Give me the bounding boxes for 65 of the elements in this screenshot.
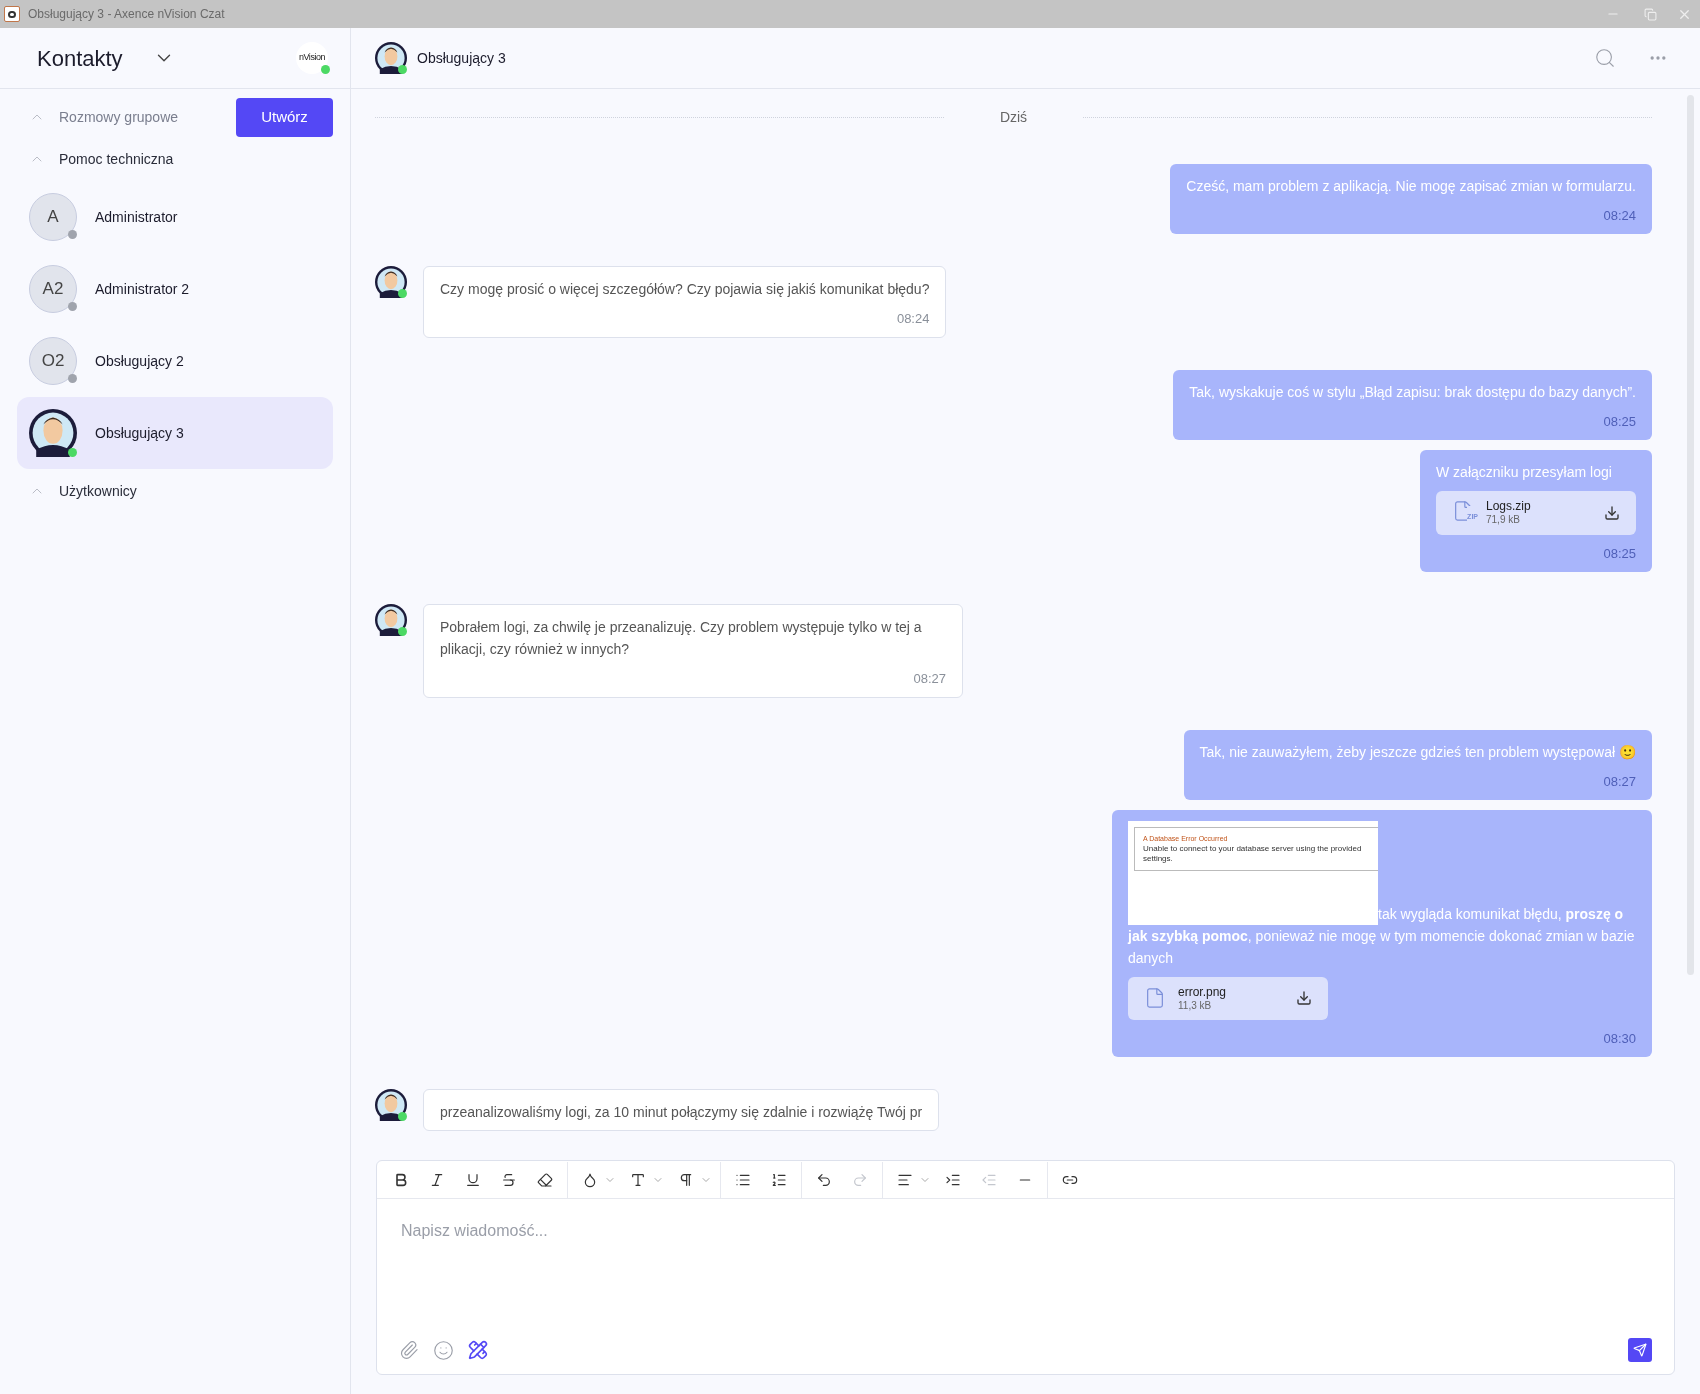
droplet-icon[interactable] (582, 1171, 598, 1188)
contact-name: Obsługujący 3 (95, 423, 184, 443)
avatar-initials: O2 (29, 337, 77, 385)
contact-name: Administrator 2 (95, 279, 190, 299)
message-time: 08:27 (1603, 772, 1636, 791)
avatar-figure-icon (375, 42, 407, 74)
send-button[interactable] (1628, 1338, 1652, 1362)
section-title[interactable]: Rozmowy grupowe (59, 106, 236, 128)
message-text: W załączniku przesyłam logi (1436, 463, 1613, 482)
create-button[interactable]: Utwórz (236, 97, 333, 137)
message-time: 08:24 (896, 310, 930, 328)
message-text: Tak, nie zauważyłem, żeby jeszcze gdzieś ten problem występował 🙂 (1199, 742, 1636, 762)
avatar-figure-icon (375, 603, 407, 636)
avatar-initials: A2 (29, 265, 77, 313)
contact-item[interactable]: O2 Obsługujący 2 (17, 325, 333, 397)
file-icon (1144, 987, 1166, 1010)
text-size-icon[interactable] (630, 1171, 646, 1188)
message-text: tak wygląda komunikat błędu, proszę o jak szybką pomoc, ponieważ nie mogę w tym momencie dokonać zmian w bazie danych (1128, 905, 1635, 966)
contact-name: Obsługujący 2 (95, 351, 184, 371)
file-attachment[interactable]: error.png 11,3 kB (1128, 976, 1328, 1020)
bold-icon[interactable] (393, 1171, 409, 1188)
section-title[interactable]: Użytkownicy (59, 480, 333, 502)
app-icon (4, 6, 20, 22)
paperclip-icon[interactable] (399, 1340, 419, 1360)
message-time: 08:25 (1603, 544, 1636, 563)
chat-contact-name: Obsługujący 3 (417, 48, 507, 68)
message-input[interactable]: Napisz wiadomość... (401, 1219, 1650, 1243)
contact-item[interactable]: A2 Administrator 2 (17, 253, 333, 325)
contact-item[interactable]: Obsługujący 3 (17, 397, 333, 469)
date-divider: Dziś (998, 108, 1029, 127)
logo-text: nVision (298, 51, 326, 65)
numbered-list-icon[interactable] (771, 1171, 787, 1188)
download-icon[interactable] (1604, 504, 1620, 521)
undo-icon[interactable] (816, 1171, 832, 1188)
pencil-ruler-icon[interactable] (468, 1340, 488, 1360)
message-text: Czy mogę prosić o więcej szczegółów? Czy pojawia się jakiś komunikat błędu? (440, 280, 930, 299)
pilcrow-icon[interactable] (678, 1171, 694, 1188)
send-icon (1633, 1343, 1647, 1357)
eraser-icon[interactable] (537, 1171, 553, 1188)
file-name: error.png (1178, 984, 1228, 1000)
message-text: Tak, wyskakuje coś w stylu „Błąd zapisu: brak dostępu do bazy danych”. (1189, 383, 1636, 402)
message-time: 08:27 (913, 669, 946, 688)
strikethrough-icon[interactable] (501, 1171, 517, 1188)
avatar-figure-icon (375, 1089, 407, 1121)
message-text: przeanalizowaliśmy logi, za 10 minut połączymy się zdalnie i rozwiążę Twój pr (440, 1103, 923, 1122)
avatar-figure-icon (375, 266, 407, 298)
contact-item[interactable]: A Administrator (17, 181, 333, 253)
message-text: Pobrałem logi, za chwilę je przeanalizuję. Czy problem występuje tylko w tej a plikacji, czy również w innych? (440, 617, 923, 659)
window-title: Obsługujący 3 - Axence nVision Czat (28, 6, 226, 23)
avatar-figure-icon (29, 409, 77, 457)
file-size: 11,3 kB (1178, 999, 1213, 1012)
contact-name: Administrator (95, 207, 178, 227)
avatar-initials: A (29, 193, 77, 241)
file-size: 71,9 kB (1486, 514, 1521, 527)
file-name: Logs.zip (1486, 499, 1532, 514)
sidebar-title: Kontakty (37, 44, 123, 73)
italic-icon[interactable] (429, 1171, 445, 1188)
section-title[interactable]: Pomoc techniczna (59, 148, 333, 170)
message-text: Cześć, mam problem z aplikacją. Nie mogę zapisać zmian w formularzu. (1186, 177, 1636, 196)
message-time: 08:25 (1603, 413, 1636, 431)
message-time: 08:24 (1603, 207, 1636, 225)
error-text: Unable to connect to your database server using the provided settings. (1143, 843, 1363, 864)
underline-icon[interactable] (465, 1171, 481, 1188)
message-time: 08:30 (1603, 1030, 1636, 1048)
download-icon[interactable] (1296, 990, 1312, 1007)
